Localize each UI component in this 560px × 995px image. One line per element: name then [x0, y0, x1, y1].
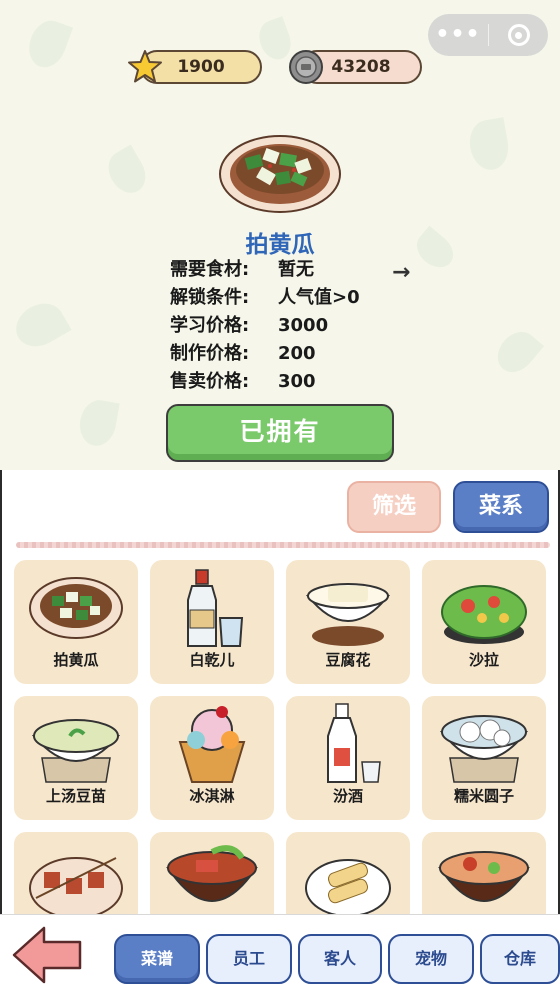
info-learn-price: 学习价格: 3000 — [170, 312, 360, 340]
info-ingredients: 需要食材: 暂无 — [170, 256, 360, 284]
dish-detail-area: ••• 1900 43208 拍黄瓜 需要食材: 暂无 解锁条件: 人气值>0 … — [0, 0, 560, 470]
info-label: 解锁条件: — [170, 287, 250, 308]
recipe-name: 拍黄瓜 — [53, 651, 99, 669]
rice-ball-soup-icon — [439, 715, 529, 783]
recipe-card[interactable]: 上汤豆苗 — [14, 696, 138, 820]
recipe-card[interactable] — [150, 832, 274, 914]
recipe-card[interactable]: 豆腐花 — [286, 560, 410, 684]
info-cook-price: 制作价格: 200 — [170, 340, 360, 368]
noodle-bowl-icon — [166, 845, 258, 902]
cucumber-salad-icon — [219, 135, 341, 213]
recipe-card[interactable] — [14, 832, 138, 914]
info-label: 制作价格: — [170, 343, 250, 364]
liquor-bottle-icon — [187, 569, 244, 647]
divider — [16, 542, 550, 548]
recipe-grid[interactable]: 拍黄瓜 白乾儿 豆腐花 沙拉 上汤豆苗 冰淇淋 汾酒 糯米圆子 — [14, 560, 546, 914]
tab-guests[interactable]: 客人 — [298, 934, 382, 984]
recipe-name: 糯米圆子 — [453, 787, 514, 805]
recipe-card[interactable]: 冰淇淋 — [150, 696, 274, 820]
tab-pets[interactable]: 宠物 — [388, 934, 474, 984]
recipe-name: 汾酒 — [332, 787, 363, 805]
arrow-right-icon[interactable]: → — [392, 260, 410, 285]
info-label: 售卖价格: — [170, 371, 250, 392]
info-value: 3000 — [278, 315, 329, 336]
info-value: 300 — [278, 371, 316, 392]
info-label: 需要食材: — [170, 259, 250, 280]
background-leaf — [489, 324, 545, 380]
coin-count: 43208 — [331, 57, 391, 77]
salad-icon — [441, 585, 527, 644]
recipe-name: 冰淇淋 — [189, 787, 235, 805]
recipe-name: 上汤豆苗 — [45, 787, 106, 805]
recipe-name: 沙拉 — [468, 651, 499, 669]
star-icon — [128, 50, 162, 83]
background-leaf — [22, 15, 74, 73]
recipe-name: 豆腐花 — [325, 651, 371, 669]
skewers-icon — [29, 857, 123, 914]
background-leaf — [76, 397, 120, 449]
tab-staff[interactable]: 员工 — [206, 934, 292, 984]
info-unlock: 解锁条件: 人气值>0 — [170, 284, 360, 312]
recipe-card[interactable] — [422, 832, 546, 914]
owned-button[interactable]: 已拥有 — [166, 404, 394, 462]
back-arrow-icon[interactable] — [10, 924, 84, 986]
info-sell-price: 售卖价格: 300 — [170, 368, 360, 396]
dish-title: 拍黄瓜 — [245, 232, 315, 258]
miniprogram-capsule: ••• — [428, 14, 548, 56]
recipe-card[interactable]: 拍黄瓜 — [14, 560, 138, 684]
tofu-pudding-icon — [305, 583, 391, 646]
coin-icon — [289, 50, 323, 84]
dish-info: 需要食材: 暂无 解锁条件: 人气值>0 学习价格: 3000 制作价格: 20… — [170, 256, 360, 396]
more-icon[interactable]: ••• — [428, 14, 488, 56]
cucumber-salad-icon — [29, 577, 123, 639]
recipe-card[interactable] — [286, 832, 410, 914]
bibimbap-icon — [438, 851, 530, 902]
tab-recipes[interactable]: 菜谱 — [114, 934, 200, 984]
spring-roll-icon — [305, 859, 391, 914]
fen-liquor-icon — [327, 703, 381, 783]
info-value: 200 — [278, 343, 316, 364]
recipe-card[interactable]: 汾酒 — [286, 696, 410, 820]
info-label: 学习价格: — [170, 315, 250, 336]
info-value: 暂无 — [278, 259, 314, 280]
pea-shoot-soup-icon — [31, 719, 121, 783]
tab-warehouse[interactable]: 仓库 — [480, 934, 560, 984]
recipe-card[interactable]: 白乾儿 — [150, 560, 274, 684]
recipe-card[interactable]: 沙拉 — [422, 560, 546, 684]
background-leaf — [101, 144, 153, 200]
background-leaf — [8, 295, 72, 355]
recipe-card[interactable]: 糯米圆子 — [422, 696, 546, 820]
filter-button[interactable]: 筛选 — [347, 481, 441, 533]
background-leaf — [410, 225, 460, 275]
cuisine-button[interactable]: 菜系 — [453, 481, 549, 533]
star-count: 1900 — [177, 57, 225, 77]
close-miniprogram-icon[interactable] — [489, 24, 548, 46]
background-leaf — [465, 117, 513, 173]
recipe-name: 白乾儿 — [189, 651, 235, 669]
ice-cream-icon — [178, 706, 246, 783]
info-value: 人气值>0 — [278, 287, 360, 308]
